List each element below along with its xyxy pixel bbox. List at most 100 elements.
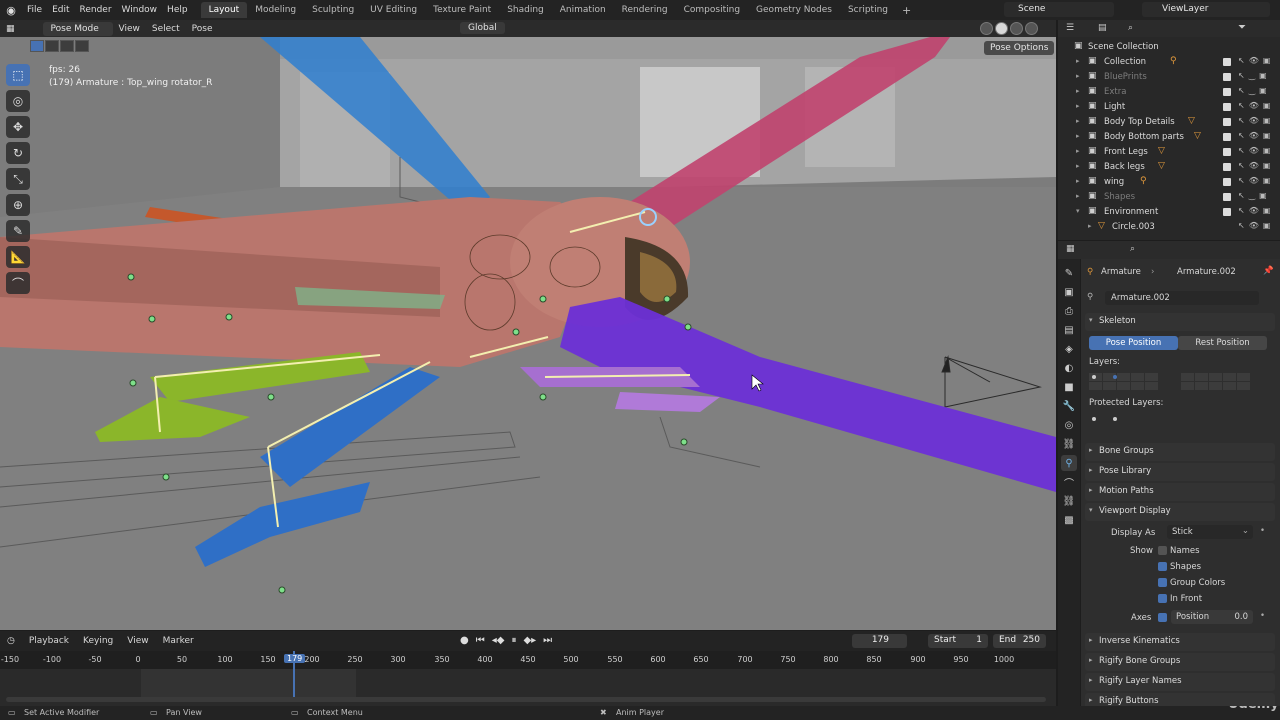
display-mode-icon[interactable]: ▤	[1098, 23, 1107, 33]
rendered-shading-icon[interactable]	[1025, 22, 1038, 35]
anim-player-close-icon[interactable]: ✖	[600, 708, 607, 717]
layer-grid-left[interactable]	[1089, 373, 1158, 390]
transform-tool-icon[interactable]: ⊕	[6, 194, 30, 216]
pin-icon[interactable]: 📌	[1263, 266, 1274, 276]
start-frame-field[interactable]: Start 1	[928, 634, 988, 648]
properties-editor-icon[interactable]: ▦	[1066, 244, 1075, 254]
keyframe-dot-icon[interactable]: •	[1260, 611, 1265, 621]
jump-start-icon[interactable]: ⏮	[476, 635, 485, 646]
include-checkbox[interactable]	[1223, 163, 1231, 171]
expand-icon[interactable]: ▸	[1076, 192, 1080, 200]
measure-tool-icon[interactable]: 📐	[6, 246, 30, 268]
rigify-bone-groups-panel-header[interactable]: ▸ Rigify Bone Groups	[1085, 653, 1275, 671]
playhead-label[interactable]: 179	[284, 654, 306, 663]
collapse-icon[interactable]: ▾	[1076, 207, 1080, 215]
jump-end-icon[interactable]: ⏭	[543, 635, 552, 646]
properties-search-icon[interactable]: ⌕	[1130, 244, 1135, 254]
axes-position-field[interactable]: Position 0.0	[1171, 610, 1253, 624]
orientation-selector[interactable]: Global	[460, 22, 505, 34]
view-layer-selector[interactable]: ViewLayer	[1142, 2, 1270, 17]
menu-view[interactable]: View	[113, 24, 146, 34]
bone-groups-panel-header[interactable]: ▸ Bone Groups	[1085, 443, 1275, 461]
outliner-row[interactable]: ▾ ▣ Environment ↖👁▣	[1058, 205, 1280, 220]
outliner-row[interactable]: ▸ ▣ BluePrints ↖‿▣	[1058, 70, 1280, 85]
view-layer-tab-icon[interactable]: ▤	[1061, 322, 1077, 338]
output-tab-icon[interactable]: ⎙	[1061, 303, 1077, 319]
constraints-tab-icon[interactable]: ⛓	[1061, 436, 1077, 452]
keyframe-dot-icon[interactable]: •	[1260, 526, 1265, 536]
include-checkbox[interactable]	[1223, 118, 1231, 126]
next-keyframe-icon[interactable]: ◆▸	[523, 635, 536, 646]
visibility-icons[interactable]: ↖👁▣	[1238, 101, 1274, 110]
include-checkbox[interactable]	[1223, 208, 1231, 216]
prev-keyframe-icon[interactable]: ◂◆	[492, 635, 505, 646]
outliner-row[interactable]: ▸ ▣ Body Bottom parts ▽ ↖👁▣	[1058, 130, 1280, 145]
layer-grid-right[interactable]	[1181, 373, 1250, 390]
tab-shading[interactable]: Shading	[499, 2, 552, 18]
pause-icon[interactable]: ⏸	[511, 635, 516, 646]
tab-uv-editing[interactable]: UV Editing	[362, 2, 425, 18]
armature-data-name-field[interactable]: Armature.002	[1105, 291, 1259, 305]
tab-modeling[interactable]: Modeling	[247, 2, 304, 18]
menu-render[interactable]: Render	[75, 5, 117, 15]
outliner-row[interactable]: ▸ ▣ Light ↖👁▣	[1058, 100, 1280, 115]
motion-paths-panel-header[interactable]: ▸ Motion Paths	[1085, 483, 1275, 501]
pose-options-button[interactable]: Pose Options	[984, 41, 1055, 55]
rotate-tool-icon[interactable]: ↻	[6, 142, 30, 164]
expand-icon[interactable]: ▸	[1076, 177, 1080, 185]
include-checkbox[interactable]	[1223, 178, 1231, 186]
expand-icon[interactable]: ▸	[1076, 162, 1080, 170]
rigify-layer-names-panel-header[interactable]: ▸ Rigify Layer Names	[1085, 673, 1275, 691]
outliner-row[interactable]: ▸ ▽ Circle.003 ↖👁▣	[1058, 220, 1280, 235]
filter-icon[interactable]: ⏷	[1238, 22, 1246, 33]
viewport-display-panel-header[interactable]: ▾ Viewport Display	[1085, 503, 1275, 521]
menu-file[interactable]: File	[22, 5, 47, 15]
menu-select[interactable]: Select	[146, 24, 186, 34]
tool-tab-icon[interactable]: ✎	[1061, 265, 1077, 281]
visibility-icons[interactable]: ↖👁▣	[1238, 176, 1274, 185]
add-workspace-button[interactable]: +	[896, 4, 917, 17]
outliner-row[interactable]: ▸ ▣ Shapes ↖‿▣	[1058, 190, 1280, 205]
editor-type-icon[interactable]: ▦	[0, 24, 21, 34]
include-checkbox[interactable]	[1223, 73, 1231, 81]
armature-data-tab-icon[interactable]: ⚲	[1061, 455, 1077, 471]
include-checkbox[interactable]	[1223, 193, 1231, 201]
timeline-ruler[interactable]: -150 -100 -50 0 50 100 150 200 250 300 3…	[0, 651, 1056, 669]
axes-checkbox[interactable]	[1158, 613, 1167, 622]
include-checkbox[interactable]	[1223, 88, 1231, 96]
select-box-tool-icon[interactable]: ⬚	[6, 64, 30, 86]
bone-tool-icon[interactable]: ⌒	[6, 272, 30, 294]
tab-scripting[interactable]: Scripting	[840, 2, 896, 18]
rigify-buttons-panel-header[interactable]: ▸ Rigify Buttons	[1085, 693, 1275, 706]
outliner-root[interactable]: ▣ Scene Collection	[1058, 40, 1280, 55]
outliner-row[interactable]: ▸ ▣ Collection ⚲ ↖👁▣	[1058, 55, 1280, 70]
tab-layout[interactable]: Layout	[200, 2, 248, 18]
visibility-icons[interactable]: ↖‿▣	[1238, 191, 1271, 200]
pose-library-panel-header[interactable]: ▸ Pose Library	[1085, 463, 1275, 481]
expand-icon[interactable]: ▸	[1076, 132, 1080, 140]
render-tab-icon[interactable]: ▣	[1061, 284, 1077, 300]
timeline-menu-view[interactable]: View	[120, 636, 155, 646]
group-colors-checkbox[interactable]	[1158, 578, 1167, 587]
wireframe-shading-icon[interactable]	[980, 22, 993, 35]
outliner-row[interactable]: ▸ ▣ Body Top Details ▽ ↖👁▣	[1058, 115, 1280, 130]
outliner-editor-icon[interactable]: ☰	[1066, 23, 1074, 33]
include-checkbox[interactable]	[1223, 58, 1231, 66]
visibility-icons[interactable]: ↖‿▣	[1238, 86, 1271, 95]
bone-tab-icon[interactable]: ⌒	[1061, 474, 1077, 490]
tab-texture-paint[interactable]: Texture Paint	[425, 2, 499, 18]
expand-icon[interactable]: ▸	[1076, 72, 1080, 80]
move-tool-icon[interactable]: ✥	[6, 116, 30, 138]
tab-animation[interactable]: Animation	[552, 2, 614, 18]
include-checkbox[interactable]	[1223, 148, 1231, 156]
menu-pose[interactable]: Pose	[186, 24, 219, 34]
skeleton-panel-header[interactable]: ▾ Skeleton	[1085, 313, 1275, 331]
menu-window[interactable]: Window	[117, 5, 163, 15]
visibility-icons[interactable]: ↖👁▣	[1238, 161, 1274, 170]
cursor-tool-icon[interactable]: ◎	[6, 90, 30, 112]
include-checkbox[interactable]	[1223, 103, 1231, 111]
timeline-scrollbar[interactable]	[6, 697, 1046, 702]
expand-icon[interactable]: ▸	[1076, 87, 1080, 95]
outliner-row[interactable]: ▸ ▣ Back legs ▽ ↖👁▣	[1058, 160, 1280, 175]
visibility-icons[interactable]: ↖‿▣	[1238, 71, 1271, 80]
